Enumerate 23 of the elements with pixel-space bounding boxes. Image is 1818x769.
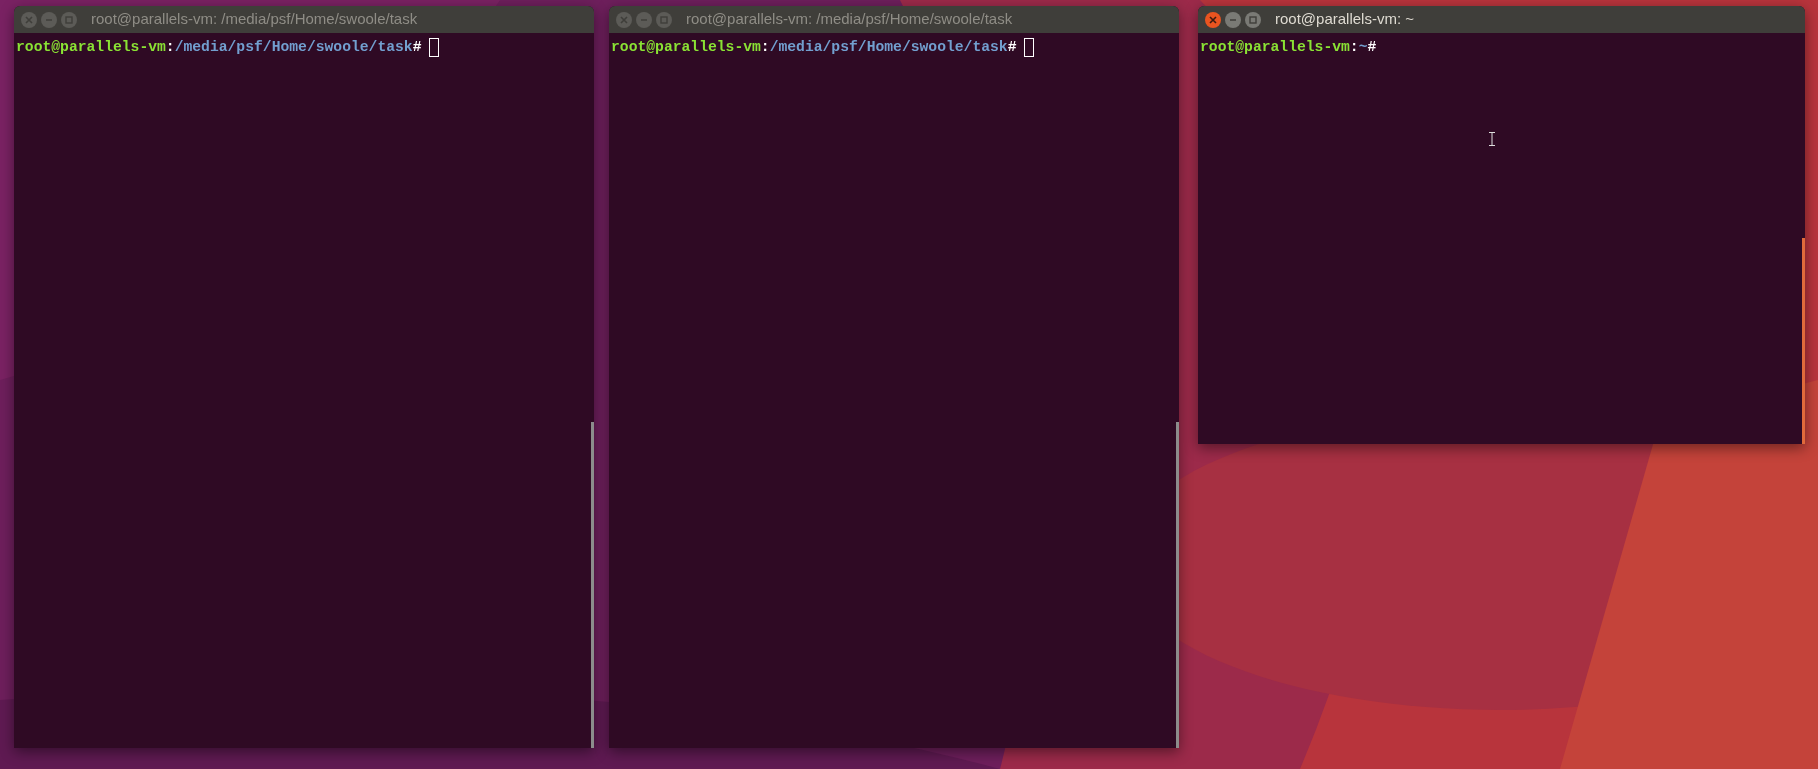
maximize-icon — [659, 14, 669, 25]
prompt-text: root@parallels-vm:/media/psf/Home/swoole/task# — [611, 38, 1017, 57]
window-title: root@parallels-vm: /media/psf/Home/swoole/task — [686, 9, 1013, 30]
scrollbar[interactable] — [1802, 238, 1805, 444]
maximize-button[interactable] — [656, 11, 672, 28]
minimize-button[interactable] — [636, 11, 652, 28]
window-title: root@parallels-vm: ~ — [1275, 9, 1415, 30]
window-title: root@parallels-vm: /media/psf/Home/swoole/task — [91, 9, 418, 30]
close-button[interactable] — [1205, 11, 1221, 28]
maximize-icon — [1248, 14, 1258, 25]
mouse-pointer-icon — [1489, 132, 1495, 146]
prompt-text: root@parallels-vm:~# — [1200, 38, 1377, 57]
close-icon — [24, 14, 34, 25]
prompt-text: root@parallels-vm:/media/psf/Home/swoole/task# — [16, 38, 422, 57]
maximize-button[interactable] — [61, 11, 77, 28]
maximize-button[interactable] — [1245, 11, 1261, 28]
close-icon — [1208, 14, 1218, 25]
close-icon — [619, 14, 629, 25]
maximize-icon — [64, 14, 74, 25]
minimize-button[interactable] — [41, 11, 57, 28]
minimize-button[interactable] — [1225, 11, 1241, 28]
scrollbar[interactable] — [1176, 422, 1179, 748]
scrollbar[interactable] — [591, 422, 594, 748]
